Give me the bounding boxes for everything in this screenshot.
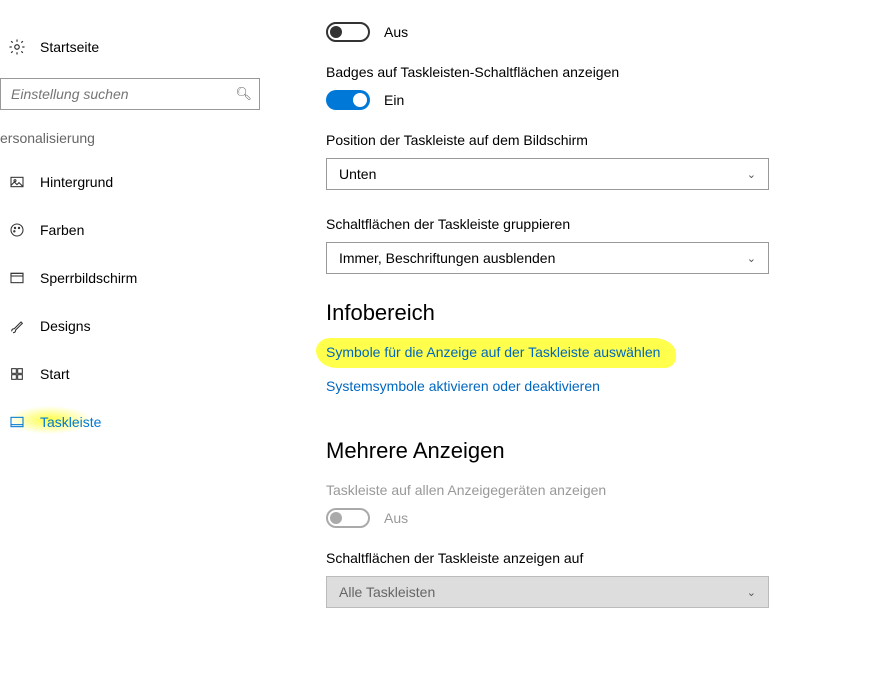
sidebar-item-lockscreen[interactable]: Sperrbildschirm <box>0 260 290 296</box>
toggle-state-label: Ein <box>384 92 404 108</box>
select-combine-buttons[interactable]: Immer, Beschriftungen ausblenden ⌄ <box>326 242 769 274</box>
link-system-icons[interactable]: Systemsymbole aktivieren oder deaktivier… <box>326 378 600 394</box>
image-icon <box>8 174 26 190</box>
settings-content: Aus Badges auf Taskleisten-Schaltflächen… <box>290 0 892 680</box>
label-show-buttons-on: Schaltflächen der Taskleiste anzeigen au… <box>326 550 872 566</box>
toggle-badges[interactable] <box>326 90 370 110</box>
sidebar-item-start[interactable]: Start <box>0 356 290 392</box>
chevron-down-icon: ⌄ <box>747 586 756 599</box>
toggle-state-label: Aus <box>384 510 408 526</box>
sidebar-category-label: ersonalisierung <box>0 130 290 146</box>
chevron-down-icon: ⌄ <box>747 168 756 181</box>
select-value: Immer, Beschriftungen ausblenden <box>339 250 555 266</box>
label-taskbar-position: Position der Taskleiste auf dem Bildschi… <box>326 132 872 148</box>
sidebar-item-background[interactable]: Hintergrund <box>0 164 290 200</box>
sidebar-item-label: Sperrbildschirm <box>40 270 137 286</box>
palette-icon <box>8 222 26 238</box>
sidebar-item-colors[interactable]: Farben <box>0 212 290 248</box>
brush-icon <box>8 318 26 334</box>
lockscreen-icon <box>8 270 26 286</box>
sidebar-item-label: Start <box>40 366 70 382</box>
select-value: Alle Taskleisten <box>339 584 435 600</box>
start-icon <box>8 366 26 382</box>
search-box[interactable]: 🔍︎ <box>0 78 260 110</box>
chevron-down-icon: ⌄ <box>747 252 756 265</box>
label-badges: Badges auf Taskleisten-Schaltflächen anz… <box>326 64 872 80</box>
select-value: Unten <box>339 166 376 182</box>
taskbar-icon <box>8 414 26 430</box>
sidebar-item-label: Hintergrund <box>40 174 113 190</box>
link-select-taskbar-icons[interactable]: Symbole für die Anzeige auf der Taskleis… <box>326 344 660 360</box>
sidebar-item-label: Designs <box>40 318 91 334</box>
gear-icon <box>8 38 26 56</box>
select-taskbar-position[interactable]: Unten ⌄ <box>326 158 769 190</box>
sidebar-item-label: Taskleiste <box>40 414 101 430</box>
heading-multiple-displays: Mehrere Anzeigen <box>326 438 872 464</box>
label-taskbar-all-displays: Taskleiste auf allen Anzeigegeräten anze… <box>326 482 872 498</box>
search-icon: 🔍︎ <box>235 86 252 102</box>
sidebar-home-label: Startseite <box>40 39 99 55</box>
toggle-taskbar-all-displays[interactable] <box>326 508 370 528</box>
label-combine-buttons: Schaltflächen der Taskleiste gruppieren <box>326 216 872 232</box>
sidebar-item-label: Farben <box>40 222 84 238</box>
sidebar-item-taskbar[interactable]: Taskleiste <box>0 404 290 440</box>
sidebar-item-themes[interactable]: Designs <box>0 308 290 344</box>
settings-sidebar: Startseite 🔍︎ ersonalisierung Hintergrun… <box>0 0 290 680</box>
toggle-state-label: Aus <box>384 24 408 40</box>
sidebar-home[interactable]: Startseite <box>0 30 290 64</box>
search-input[interactable] <box>0 78 260 110</box>
heading-notification-area: Infobereich <box>326 300 872 326</box>
select-show-buttons-on: Alle Taskleisten ⌄ <box>326 576 769 608</box>
toggle-unknown-top[interactable] <box>326 22 370 42</box>
